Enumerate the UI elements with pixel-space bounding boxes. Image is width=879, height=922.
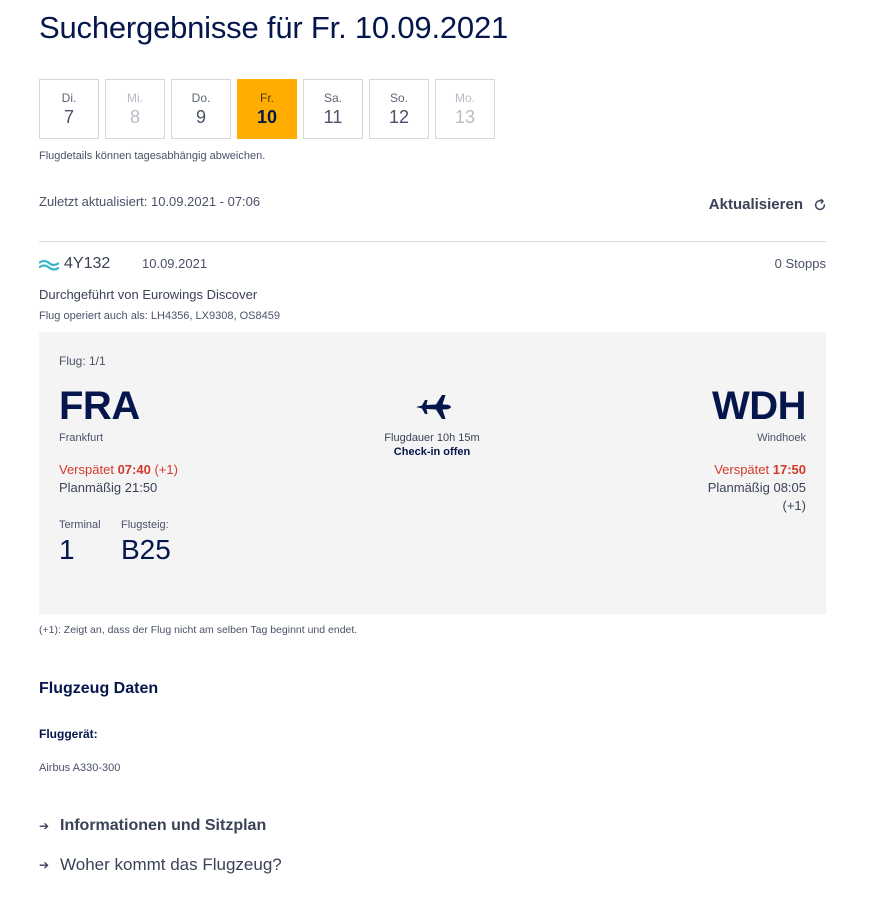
departure-day-offset: (+1)	[154, 462, 178, 477]
day-tue-7[interactable]: Di. 7	[39, 79, 99, 139]
gate-label: Flugsteig:	[121, 519, 169, 531]
refresh-label: Aktualisieren	[708, 196, 803, 213]
airline-logo-icon	[39, 259, 59, 271]
arrival-planned: Planmäßig 08:05	[707, 480, 806, 495]
day-number: 10	[256, 106, 278, 127]
day-number: 7	[63, 106, 74, 127]
departure-iata: FRA	[59, 384, 140, 428]
departure-actual-time: 07:40	[117, 462, 151, 477]
day-weekday: Sa.	[323, 90, 342, 105]
aircraft-type-label: Fluggerät:	[39, 727, 98, 741]
last-updated: Zuletzt aktualisiert: 10.09.2021 - 07:06	[39, 194, 261, 209]
day-mon-13: Mo. 13	[435, 79, 495, 139]
day-fri-10-selected[interactable]: Fr. 10	[237, 79, 297, 139]
info-seatmap-label: Informationen und Sitzplan	[60, 817, 267, 834]
day-sun-12[interactable]: So. 12	[369, 79, 429, 139]
day-weekday: Fr.	[260, 90, 274, 105]
day-hint: Flugdetails können tagesabhängig abweich…	[39, 150, 266, 162]
arrow-right-icon: ➔	[39, 858, 50, 872]
codeshare-info: Flug operiert auch als: LH4356, LX9308, …	[39, 310, 280, 322]
arrival-delay: Verspätet 17:50	[714, 462, 806, 477]
flight-header: 4Y132 10.09.2021 0 Stopps	[39, 255, 826, 275]
page-title: Suchergebnisse für Fr. 10.09.2021	[39, 10, 509, 45]
flight-date: 10.09.2021	[142, 256, 208, 271]
day-wed-8: Mi. 8	[105, 79, 165, 139]
delay-prefix: Verspätet	[714, 462, 770, 477]
stops-count: 0 Stopps	[774, 256, 826, 271]
day-number: 13	[454, 106, 476, 127]
day-number: 11	[323, 106, 343, 127]
departure-delay: Verspätet 07:40 (+1)	[59, 462, 178, 477]
day-offset-legend: (+1): Zeigt an, dass der Flug nicht am s…	[39, 624, 358, 636]
airplane-icon	[416, 395, 451, 419]
departure-planned: Planmäßig 21:50	[59, 480, 158, 495]
arrival-city: Windhoek	[757, 432, 806, 444]
flight-duration: Flugdauer 10h 15m	[384, 432, 480, 444]
day-sat-11[interactable]: Sa. 11	[303, 79, 363, 139]
day-number: 12	[388, 106, 410, 127]
checkin-status: Check-in offen	[393, 446, 471, 458]
aircraft-origin-link[interactable]: ➔ Woher kommt das Flugzeug?	[39, 855, 282, 875]
date-selector: Di. 7 Mi. 8 Do. 9 Fr. 10 Sa. 11 So. 12 M…	[39, 79, 495, 139]
day-weekday: Mi.	[127, 90, 143, 105]
day-number: 8	[129, 106, 140, 127]
day-number: 9	[195, 106, 206, 127]
day-weekday: Di.	[61, 90, 77, 105]
arrival-iata: WDH	[711, 384, 807, 428]
info-seatmap-link[interactable]: ➔ Informationen und Sitzplan	[39, 817, 266, 835]
terminal-value: 1	[59, 534, 75, 565]
arrival-actual-time: 17:50	[772, 462, 806, 477]
segment-label: Flug: 1/1	[59, 354, 106, 368]
arrival-day-offset: (+1)	[782, 498, 806, 513]
flight-segment-card: Flug: 1/1 FRA Frankfurt Flugdauer 10h 15…	[39, 332, 826, 614]
divider	[39, 241, 826, 242]
operated-by: Durchgeführt von Eurowings Discover	[39, 287, 258, 302]
aircraft-section-title: Flugzeug Daten	[39, 680, 159, 697]
day-weekday: Do.	[191, 90, 211, 105]
aircraft-type-value: Airbus A330-300	[39, 762, 121, 774]
refresh-icon	[814, 198, 826, 210]
delay-prefix: Verspätet	[59, 462, 114, 477]
day-weekday: Mo.	[454, 90, 475, 105]
arrow-right-icon: ➔	[39, 819, 50, 833]
day-weekday: So.	[389, 90, 408, 105]
day-thu-9[interactable]: Do. 9	[171, 79, 231, 139]
aircraft-origin-label: Woher kommt das Flugzeug?	[60, 855, 282, 874]
departure-city: Frankfurt	[59, 432, 104, 444]
refresh-button[interactable]: Aktualisieren	[709, 196, 827, 213]
gate-value: B25	[121, 534, 171, 565]
flight-number: 4Y132	[64, 255, 111, 272]
terminal-label: Terminal	[59, 519, 101, 531]
